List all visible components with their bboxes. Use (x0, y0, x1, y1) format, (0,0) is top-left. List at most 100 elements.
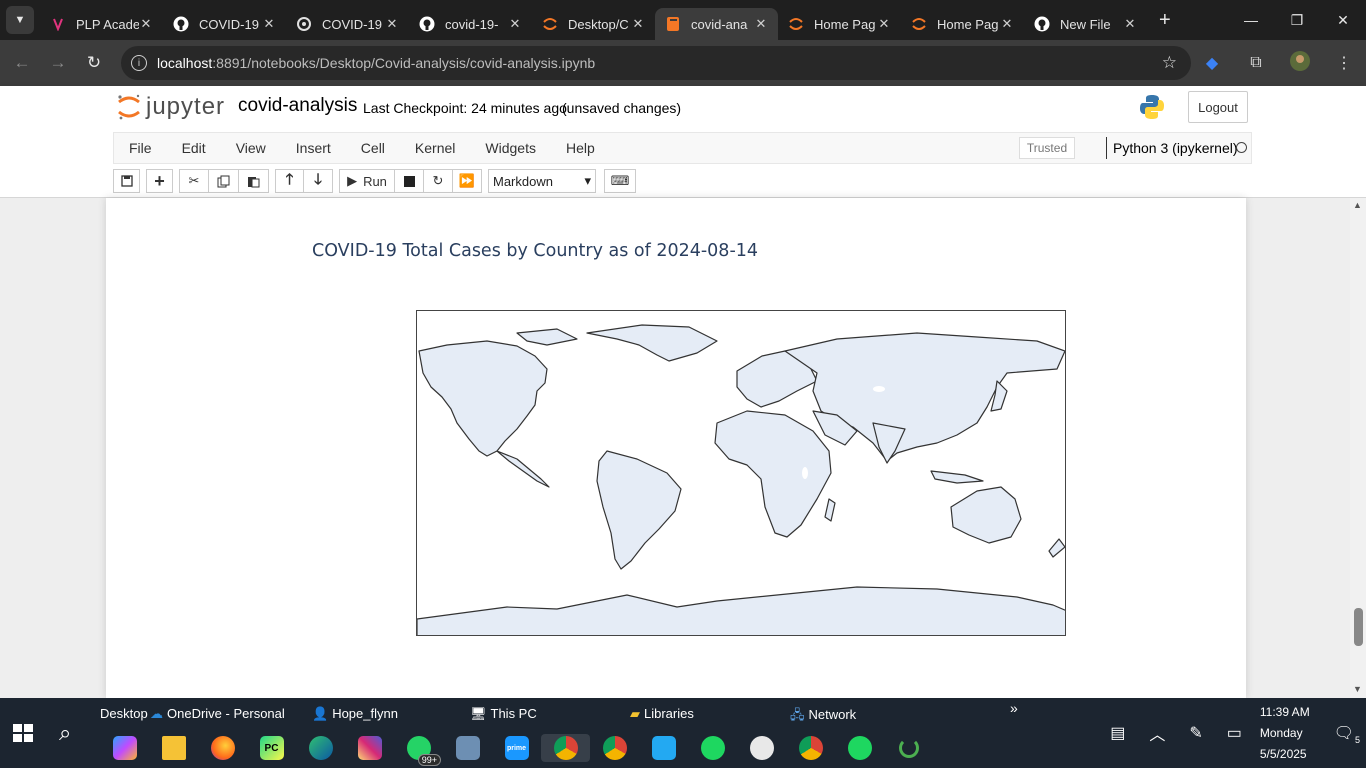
whatsapp-icon[interactable]: 99+ (394, 734, 443, 766)
tab[interactable]: New File ✕ (1024, 8, 1147, 40)
chrome-icon[interactable] (786, 734, 835, 762)
tab[interactable]: Desktop/C ✕ (532, 8, 655, 40)
paint-icon[interactable] (737, 734, 786, 762)
copy-icon[interactable] (209, 169, 239, 193)
chrome-icon[interactable] (590, 734, 639, 762)
interrupt-icon[interactable] (395, 169, 424, 193)
edge-icon[interactable] (296, 734, 345, 762)
menu-help[interactable]: Help (551, 140, 610, 156)
paste-icon[interactable] (239, 169, 269, 193)
choropleth-map[interactable] (416, 310, 1066, 636)
browser-menu-icon[interactable]: ⋮ (1322, 53, 1366, 73)
minimize-icon[interactable]: — (1228, 0, 1274, 40)
tab[interactable]: covid-19- ✕ (409, 8, 532, 40)
site-info-icon[interactable]: i (131, 55, 147, 71)
firefox-icon[interactable] (198, 734, 247, 762)
menu-cell[interactable]: Cell (346, 140, 400, 156)
taskbar-folders-toolbar: Desktop ☁ OneDrive - Personal 👤 Hope_flynn… (0, 698, 1080, 728)
menu-view[interactable]: View (221, 140, 281, 156)
windows-taskbar: Desktop ☁ OneDrive - Personal 👤 Hope_flynn… (0, 698, 1366, 768)
move-down-icon[interactable]: 🡓 (304, 169, 333, 193)
folder-network[interactable]: 🖧 Network (790, 706, 856, 728)
move-up-icon[interactable]: 🡑 (275, 169, 304, 193)
folder-onedrive[interactable]: ☁ OneDrive - Personal (150, 706, 285, 722)
profile-avatar[interactable] (1278, 50, 1322, 76)
insert-cell-icon[interactable]: + (146, 169, 173, 193)
jupyter-logo[interactable]: jupyter (116, 93, 225, 121)
bookmark-star-icon[interactable]: ☆ (1162, 53, 1177, 73)
tab[interactable]: PLP Acade ✕ (40, 8, 163, 40)
tab-search-button[interactable]: ▼ (6, 6, 34, 34)
prime-video-icon[interactable]: prime (492, 734, 541, 762)
loader-icon[interactable] (884, 734, 933, 762)
cut-icon[interactable]: ✂ (179, 169, 209, 193)
news-widget-icon[interactable]: ▤ (1110, 723, 1125, 743)
tab[interactable]: COVID-19 ✕ (163, 8, 286, 40)
close-tab-icon[interactable]: ✕ (1000, 16, 1014, 32)
display-icon[interactable]: ▭ (1227, 723, 1242, 743)
run-button[interactable]: ▶ Run (339, 169, 395, 193)
show-hidden-icons-icon[interactable]: ︿ (1149, 721, 1165, 745)
folder-libraries[interactable]: ▰ Libraries (630, 706, 694, 722)
url-bar[interactable]: i localhost:8891/notebooks/Desktop/Covid… (121, 46, 1191, 80)
folder-this-pc[interactable]: 🖥 This PC (470, 706, 537, 722)
menu-file[interactable]: File (114, 140, 167, 156)
tab[interactable]: Home Pag ✕ (778, 8, 901, 40)
tab[interactable]: COVID-19 ✕ (286, 8, 409, 40)
scroll-up-icon[interactable]: ▲ (1353, 200, 1362, 210)
spotify-icon[interactable] (835, 734, 884, 762)
spotify-icon[interactable] (688, 734, 737, 762)
menu-widgets[interactable]: Widgets (470, 140, 551, 156)
instagram-icon[interactable] (345, 734, 394, 762)
search-icon[interactable]: ⌕ (59, 720, 71, 746)
tab[interactable]: Home Pag ✕ (901, 8, 1024, 40)
scroll-thumb[interactable] (1354, 608, 1363, 646)
extensions-puzzle-icon[interactable]: ⧉ (1234, 54, 1278, 72)
menu-insert[interactable]: Insert (281, 140, 346, 156)
pen-icon[interactable]: ✎ (1189, 723, 1202, 743)
restart-run-all-icon[interactable]: ⏩ (453, 169, 482, 193)
folder-user[interactable]: 👤 Hope_flynn (312, 706, 398, 722)
menu-edit[interactable]: Edit (167, 140, 221, 156)
close-tab-icon[interactable]: ✕ (877, 16, 891, 32)
close-tab-icon[interactable]: ✕ (385, 16, 399, 32)
restore-icon[interactable]: ❐ (1274, 0, 1320, 40)
logout-button[interactable]: Logout (1188, 91, 1248, 123)
back-icon[interactable]: ← (4, 53, 40, 73)
restart-icon[interactable]: ↻ (424, 169, 453, 193)
close-tab-icon[interactable]: ✕ (1123, 16, 1137, 32)
notebook-name[interactable]: covid-analysis (238, 95, 357, 117)
trusted-indicator[interactable]: Trusted (1019, 137, 1075, 159)
folder-libraries-label: Libraries (644, 706, 694, 721)
network-app-icon[interactable] (443, 734, 492, 762)
toolbar-overflow-icon[interactable]: » (1010, 700, 1018, 716)
tab-active[interactable]: covid-ana ✕ (655, 8, 778, 40)
notifications-icon[interactable]: 🗨 5 (1334, 723, 1360, 745)
folder-desktop[interactable]: Desktop (100, 706, 148, 721)
chrome-icon[interactable] (541, 734, 590, 762)
vscode-icon[interactable] (639, 734, 688, 762)
keyboard-shortcuts-icon[interactable]: ⌨ (604, 169, 636, 193)
close-tab-icon[interactable]: ✕ (754, 16, 768, 32)
close-tab-icon[interactable]: ✕ (139, 16, 153, 32)
menu-kernel[interactable]: Kernel (400, 140, 470, 156)
tab-title: COVID-19 (322, 16, 382, 32)
reload-icon[interactable]: ↻ (76, 53, 112, 73)
clock[interactable]: 11:39 AM Monday 5/5/2025 (1260, 702, 1310, 765)
cell-type-select[interactable]: Markdown ▾ (488, 169, 596, 193)
close-tab-icon[interactable]: ✕ (508, 16, 522, 32)
file-explorer-icon[interactable] (149, 734, 198, 762)
scroll-down-icon[interactable]: ▼ (1353, 684, 1362, 694)
close-window-icon[interactable]: ✕ (1320, 0, 1366, 40)
forward-icon[interactable]: → (40, 53, 76, 73)
windows-start-icon[interactable] (10, 720, 36, 746)
close-tab-icon[interactable]: ✕ (262, 16, 276, 32)
close-tab-icon[interactable]: ✕ (631, 16, 645, 32)
save-icon[interactable] (113, 169, 140, 193)
page-scrollbar[interactable]: ▲ ▼ (1350, 198, 1366, 698)
copilot-icon[interactable] (100, 734, 149, 762)
extension-icon[interactable]: ◆ (1190, 53, 1234, 73)
checkpoint-status: Last Checkpoint: 24 minutes ago (363, 100, 567, 116)
pycharm-icon[interactable]: PC (247, 734, 296, 762)
new-tab-icon[interactable]: + (1159, 9, 1171, 32)
